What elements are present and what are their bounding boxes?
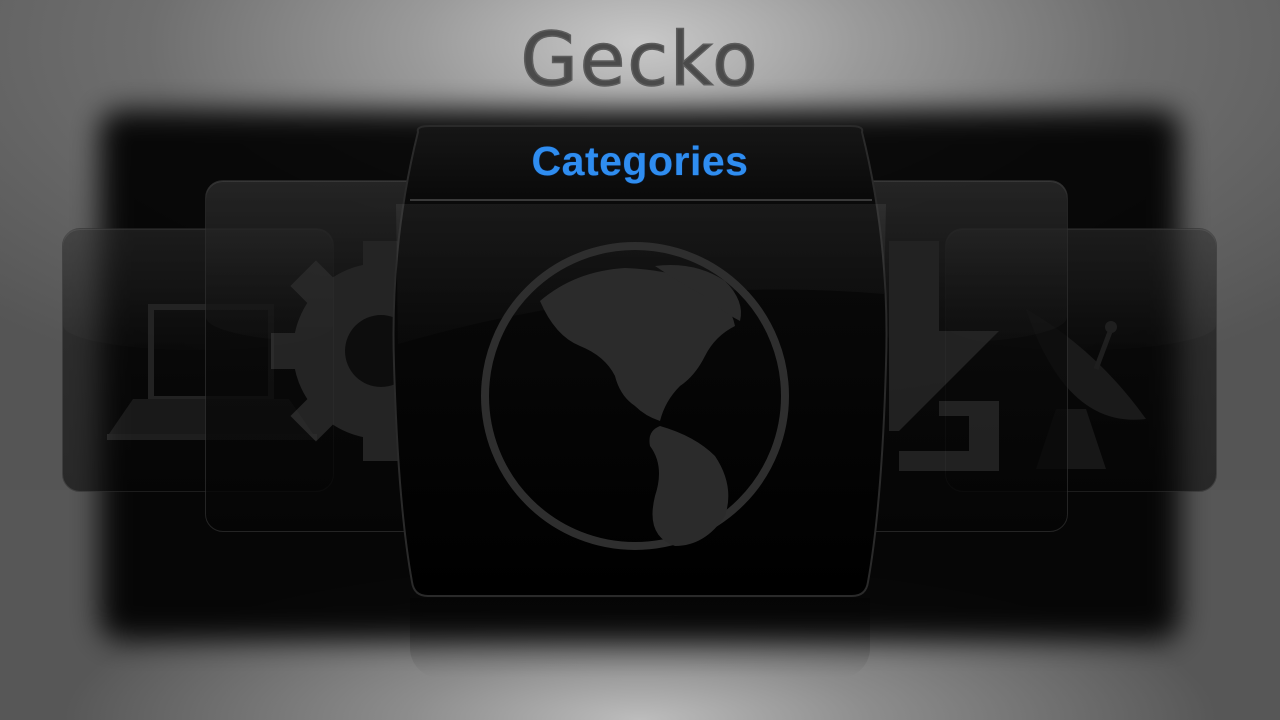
card-reflection — [410, 598, 870, 678]
selected-category-title: Categories — [531, 138, 749, 184]
logo-text: Gecko — [520, 20, 759, 100]
carousel-item-categories[interactable] — [390, 124, 890, 598]
gecko-logo: Gecko — [460, 16, 820, 104]
